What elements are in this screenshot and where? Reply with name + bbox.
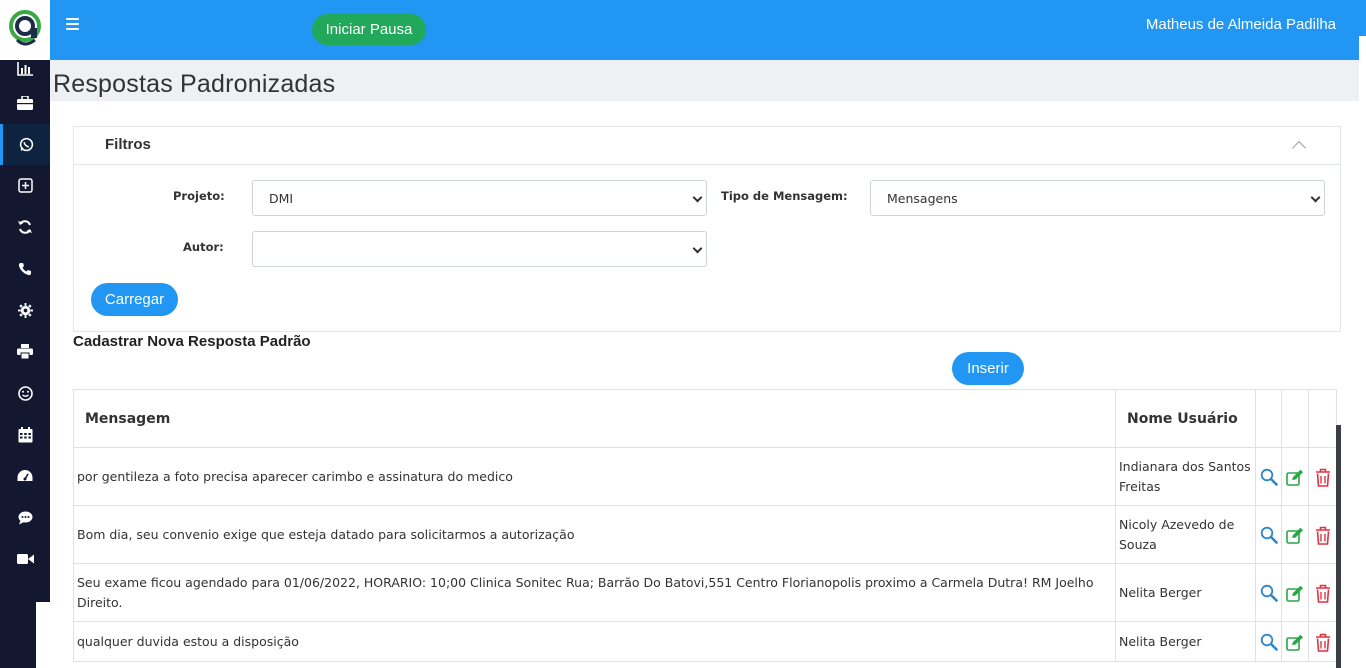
topbar: Iniciar Pausa Matheus de Almeida Padilha xyxy=(50,0,1366,60)
edit-icon xyxy=(1286,585,1303,602)
video-icon xyxy=(16,554,34,565)
trash-icon xyxy=(1315,468,1330,487)
sidebar-item-satisfaction[interactable] xyxy=(0,373,50,415)
sidebar-item-chat[interactable] xyxy=(0,497,50,539)
project-label: Projeto: xyxy=(173,189,225,203)
scrollbar-thumb[interactable] xyxy=(1336,425,1341,668)
trash-icon xyxy=(1315,633,1330,652)
project-select[interactable]: DMI xyxy=(252,180,707,216)
column-header-view xyxy=(1255,389,1282,448)
trash-icon xyxy=(1315,584,1330,603)
message-cell: Bom dia, seu convenio exige que esteja d… xyxy=(73,505,1116,564)
chat-icon xyxy=(18,511,32,525)
filter-header[interactable]: Filtros xyxy=(74,127,1340,165)
whatsapp-icon xyxy=(19,137,34,151)
message-cell: qualquer duvida estou a disposição xyxy=(73,621,1116,662)
table-row: Bom dia, seu convenio exige que esteja d… xyxy=(73,505,1337,564)
project-select-value: DMI xyxy=(269,190,294,206)
edit-icon xyxy=(1286,527,1303,544)
message-cell: Seu exame ficou agendado para 01/06/2022… xyxy=(73,563,1116,622)
message-type-select-value: Mensagens xyxy=(887,190,958,206)
sync-icon xyxy=(18,220,32,235)
sidebar-item-calendar[interactable] xyxy=(0,414,50,456)
sidebar-item-briefcase[interactable] xyxy=(0,82,50,124)
column-header-delete xyxy=(1308,389,1337,448)
register-section-title: Cadastrar Nova Resposta Padrão xyxy=(73,333,311,350)
sidebar-item-add[interactable] xyxy=(0,165,50,207)
start-pause-button[interactable]: Iniciar Pausa xyxy=(312,14,426,45)
edit-button[interactable] xyxy=(1281,621,1309,662)
user-cell: Indianara dos Santos Freitas xyxy=(1115,447,1256,506)
search-icon xyxy=(1260,584,1278,602)
search-icon xyxy=(1260,633,1278,651)
bar-chart-icon xyxy=(17,62,33,76)
page-title: Respostas Padronizadas xyxy=(53,70,336,98)
edit-button[interactable] xyxy=(1281,505,1309,564)
sidebar-item-reports[interactable] xyxy=(0,60,50,82)
calendar-icon xyxy=(18,426,32,443)
message-type-label: Tipo de Mensagem: xyxy=(721,189,848,203)
author-select[interactable] xyxy=(252,231,707,267)
view-button[interactable] xyxy=(1255,505,1282,564)
chevron-down-icon xyxy=(692,192,703,203)
dashboard-icon xyxy=(17,470,33,482)
hamburger-icon[interactable] xyxy=(66,17,79,31)
sidebar-item-settings[interactable] xyxy=(0,290,50,332)
column-header-edit xyxy=(1281,389,1309,448)
delete-button[interactable] xyxy=(1308,621,1337,662)
edit-button[interactable] xyxy=(1281,563,1309,622)
sidebar-item-sync[interactable] xyxy=(0,207,50,249)
sidebar-item-print[interactable] xyxy=(0,331,50,373)
chevron-down-icon xyxy=(692,243,703,254)
delete-button[interactable] xyxy=(1308,563,1337,622)
message-cell: por gentileza a foto precisa aparecer ca… xyxy=(73,447,1116,506)
delete-button[interactable] xyxy=(1308,505,1337,564)
user-name[interactable]: Matheus de Almeida Padilha xyxy=(1146,16,1336,33)
phone-icon xyxy=(18,262,31,275)
filter-title: Filtros xyxy=(105,136,151,153)
sidebar-item-video[interactable] xyxy=(0,539,50,581)
chevron-up-icon[interactable] xyxy=(1291,140,1307,156)
user-cell: Nicoly Azevedo de Souza xyxy=(1115,505,1256,564)
gear-icon xyxy=(17,302,33,318)
sidebar xyxy=(0,0,50,668)
table-row: por gentileza a foto precisa aparecer ca… xyxy=(73,447,1337,506)
column-header-message: Mensagem xyxy=(73,389,1116,448)
search-icon xyxy=(1260,526,1278,544)
plus-square-icon xyxy=(17,178,33,193)
sidebar-item-phone[interactable] xyxy=(0,248,50,290)
user-cell: Nelita Berger xyxy=(1115,621,1256,662)
sidebar-item-whatsapp[interactable] xyxy=(0,123,50,165)
view-button[interactable] xyxy=(1255,447,1282,506)
author-label: Autor: xyxy=(183,240,224,254)
sidebar-footer xyxy=(36,602,50,668)
responses-table: Mensagem Nome Usuário por gentileza a fo… xyxy=(73,389,1337,662)
filter-card: Filtros Projeto: DMI Tipo de Mensagem: M… xyxy=(73,126,1341,332)
briefcase-icon xyxy=(17,95,33,110)
edit-icon xyxy=(1286,469,1303,486)
user-cell: Nelita Berger xyxy=(1115,563,1256,622)
trash-icon xyxy=(1315,526,1330,545)
message-type-select[interactable]: Mensagens xyxy=(870,180,1325,216)
edit-icon xyxy=(1286,634,1303,651)
table-row: Seu exame ficou agendado para 01/06/2022… xyxy=(73,563,1337,622)
page-header: Respostas Padronizadas xyxy=(50,60,1359,101)
delete-button[interactable] xyxy=(1308,447,1337,506)
logo[interactable] xyxy=(0,0,50,60)
view-button[interactable] xyxy=(1255,563,1282,622)
column-header-user: Nome Usuário xyxy=(1115,389,1256,448)
smile-icon xyxy=(17,385,33,401)
chevron-down-icon xyxy=(1310,192,1321,203)
right-edge xyxy=(1359,36,1366,668)
load-button[interactable]: Carregar xyxy=(91,283,178,316)
sidebar-item-dashboard[interactable] xyxy=(0,456,50,498)
printer-icon xyxy=(17,344,33,360)
logo-icon xyxy=(9,10,41,46)
insert-button[interactable]: Inserir xyxy=(952,352,1024,385)
search-icon xyxy=(1260,468,1278,486)
table-row: qualquer duvida estou a disposição Nelit… xyxy=(73,621,1337,662)
view-button[interactable] xyxy=(1255,621,1282,662)
edit-button[interactable] xyxy=(1281,447,1309,506)
